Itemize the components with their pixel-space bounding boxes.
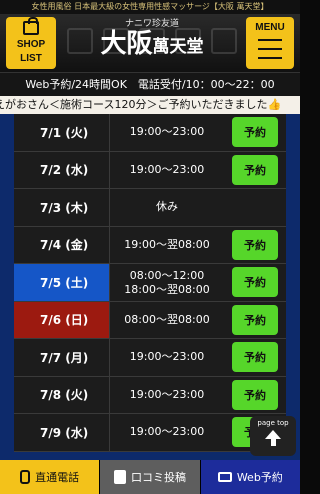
- schedule-time-slot: 18:00〜翌08:00: [124, 283, 210, 297]
- logo-sub: 萬天堂: [152, 37, 204, 57]
- shopping-bag-icon: [23, 17, 39, 35]
- schedule-time: 08:00〜翌08:00: [110, 301, 224, 338]
- schedule-time: 19:00〜23:00: [110, 414, 224, 451]
- reserve-button[interactable]: 予約: [232, 304, 278, 335]
- review-post-button[interactable]: 口コミ投稿: [100, 460, 201, 494]
- schedule-date-sunday: 7/6 (日): [14, 301, 110, 338]
- schedule-date: 7/9 (水): [14, 414, 110, 451]
- schedule-date: 7/1 (火): [14, 114, 110, 151]
- schedule-date: 7/7 (月): [14, 339, 110, 376]
- hamburger-icon-bar: [258, 57, 282, 59]
- schedule-action-empty: [224, 189, 286, 226]
- logo-main: 大阪: [100, 29, 153, 59]
- schedule-date-saturday: 7/5 (土): [14, 264, 110, 301]
- reservation-ticker: えがおさん＜施術コース120分＞ご予約いただきました👍: [0, 96, 300, 114]
- schedule-row: 7/8 (火) 19:00〜23:00 予約: [14, 376, 286, 414]
- hamburger-icon-bar: [258, 48, 282, 50]
- schedule-row: 7/1 (火) 19:00〜23:00 予約: [14, 114, 286, 152]
- schedule-time-slot: 08:00〜12:00: [129, 269, 205, 283]
- schedule-date: 7/4 (金): [14, 226, 110, 263]
- site-logo[interactable]: ナニワ珍友道 大阪萬天堂: [62, 16, 242, 70]
- menu-label: MENU: [255, 22, 285, 33]
- schedule-date: 7/2 (水): [14, 151, 110, 188]
- reserve-button[interactable]: 予約: [232, 342, 278, 373]
- reserve-button[interactable]: 予約: [232, 229, 278, 260]
- top-tagline: 女性用風俗 日本最大級の女性専用性感マッサージ【大阪 萬天堂】: [0, 0, 300, 14]
- shop-list-label-1: SHOP: [16, 39, 46, 50]
- reserve-button[interactable]: 予約: [232, 379, 278, 410]
- pen-icon: [113, 470, 126, 484]
- schedule-row: 7/6 (日) 08:00〜翌08:00 予約: [14, 301, 286, 339]
- site-header: SHOP LIST ナニワ珍友道 大阪萬天堂 MENU: [0, 14, 300, 72]
- reserve-button[interactable]: 予約: [232, 267, 278, 298]
- menu-button[interactable]: MENU: [246, 17, 294, 69]
- phone-label: 直通電話: [35, 471, 80, 484]
- schedule-time: 休み: [110, 189, 224, 226]
- footer-nav: 直通電話 口コミ投稿 Web予約: [0, 460, 300, 494]
- schedule-time: 19:00〜23:00: [110, 339, 224, 376]
- schedule-time: 19:00〜23:00: [110, 114, 224, 151]
- schedule-time: 19:00〜23:00: [110, 376, 224, 413]
- web-label: Web予約: [236, 471, 283, 484]
- shop-list-label-2: LIST: [20, 53, 42, 64]
- schedule-time: 19:00〜23:00: [110, 151, 224, 188]
- hamburger-icon: [258, 39, 282, 41]
- reserve-button[interactable]: 予約: [232, 154, 278, 185]
- page-top-button[interactable]: page top: [250, 416, 296, 456]
- schedule-date: 7/3 (木): [14, 189, 110, 226]
- phone-icon: [20, 470, 31, 484]
- laptop-icon: [217, 472, 232, 482]
- page-top-label: page top: [257, 419, 289, 427]
- schedule-time: 19:00〜翌08:00: [110, 226, 224, 263]
- schedule-date: 7/8 (火): [14, 376, 110, 413]
- schedule-row: 7/9 (水) 19:00〜23:00 予約: [14, 414, 286, 452]
- review-label: 口コミ投稿: [130, 471, 186, 484]
- schedule-time: 08:00〜12:00 18:00〜翌08:00: [110, 264, 224, 301]
- reserve-button[interactable]: 予約: [232, 117, 278, 148]
- schedule-row: 7/2 (水) 19:00〜23:00 予約: [14, 151, 286, 189]
- schedule-row: 7/3 (木) 休み: [14, 189, 286, 227]
- arrow-up-icon: [265, 430, 281, 439]
- shop-list-button[interactable]: SHOP LIST: [6, 17, 56, 69]
- logo-text: 大阪萬天堂: [62, 29, 242, 62]
- phone-call-button[interactable]: 直通電話: [0, 460, 101, 494]
- reservation-info-bar: Web予約/24時間OK 電話受付/10：00〜22：00: [0, 72, 300, 96]
- arrow-up-stem: [270, 439, 276, 446]
- logo-tagline: ナニワ珍友道: [124, 19, 179, 29]
- schedule-row: 7/4 (金) 19:00〜翌08:00 予約: [14, 226, 286, 264]
- schedule-row: 7/5 (土) 08:00〜12:00 18:00〜翌08:00 予約: [14, 264, 286, 302]
- web-reserve-button[interactable]: Web予約: [200, 460, 300, 494]
- schedule-row: 7/7 (月) 19:00〜23:00 予約: [14, 339, 286, 377]
